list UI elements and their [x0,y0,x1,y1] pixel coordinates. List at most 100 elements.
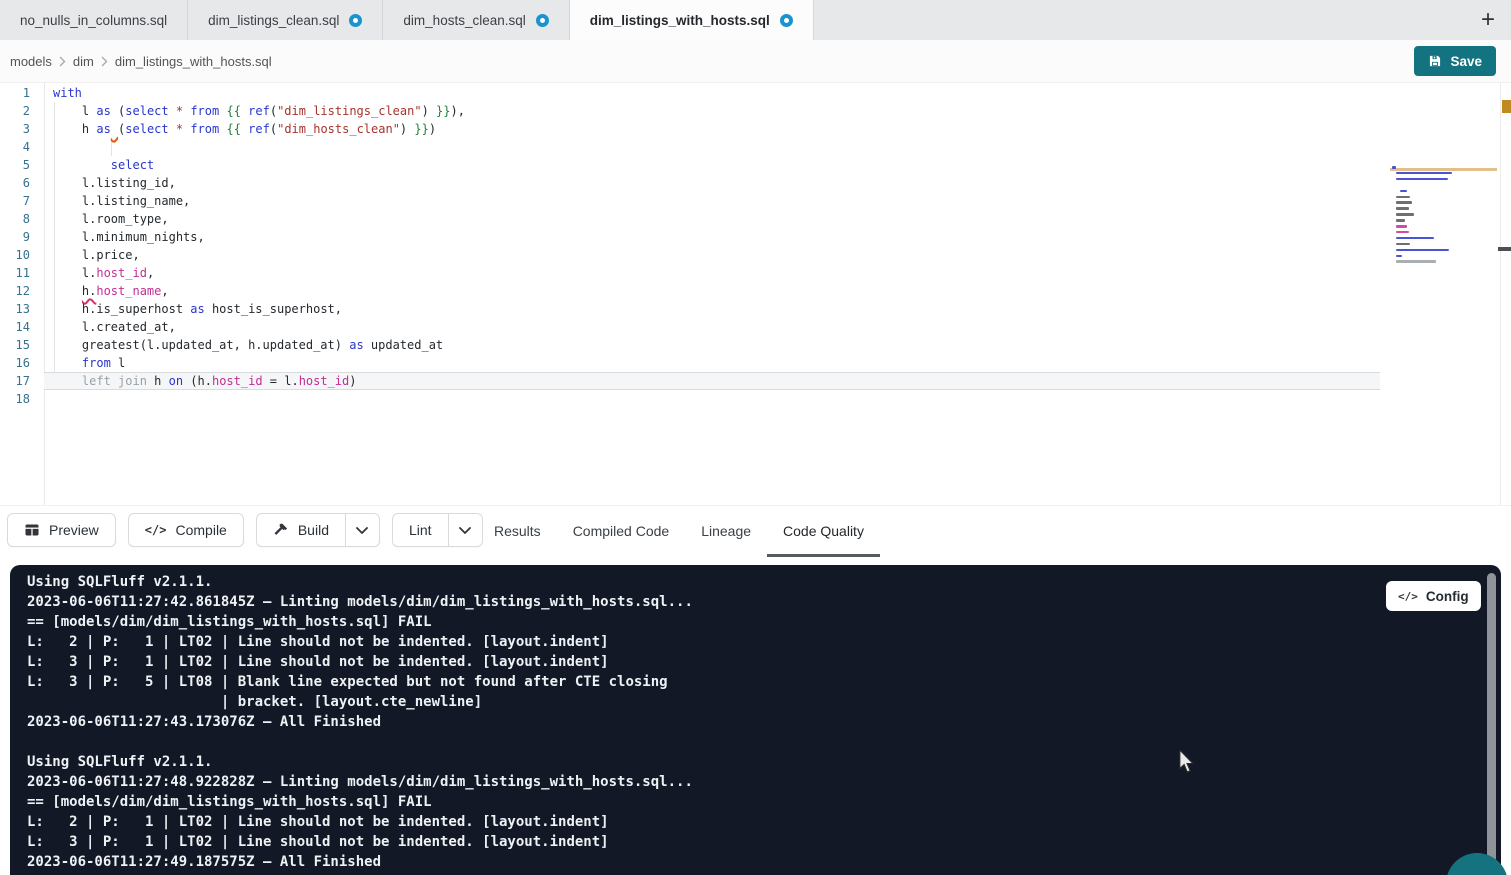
code-icon: </> [1398,590,1418,603]
build-button-label: Build [298,522,329,538]
save-icon [1428,54,1442,68]
modified-dot-icon [536,14,549,27]
terminal-panel: Using SQLFluff v2.1.1. 2023-06-06T11:27:… [10,565,1501,875]
save-button-label: Save [1450,54,1482,69]
action-toolbar: Preview </> Compile Build [0,505,1511,557]
minimap-line [1400,190,1406,193]
new-tab-button[interactable]: + [1465,0,1511,40]
line-number: 4 [0,138,30,156]
overview-ruler-warning-marker [1502,100,1511,113]
lint-button[interactable]: Lint [393,514,448,546]
config-button[interactable]: </> Config [1386,581,1481,611]
code-line-text: l.created_at, [53,318,176,336]
terminal-output: Using SQLFluff v2.1.1. 2023-06-06T11:27:… [27,572,693,872]
code-line[interactable]: 12 h.host_name, [0,282,1511,300]
code-line[interactable]: 17 left join h on (h.host_id = l.host_id… [0,372,1511,390]
panel-tab-compiled-code[interactable]: Compiled Code [557,506,686,557]
line-number: 16 [0,354,30,372]
line-number: 10 [0,246,30,264]
code-line-text: l.host_id, [53,264,154,282]
lint-dropdown-button[interactable] [448,514,482,546]
file-tab[interactable]: no_nulls_in_columns.sql [0,0,188,40]
code-line-text: from l [53,354,125,372]
line-number: 7 [0,192,30,210]
file-tab-label: dim_hosts_clean.sql [403,13,525,28]
code-line-text: with [53,84,82,102]
minimap[interactable] [1390,165,1497,283]
code-line-text: h.is_superhost as host_is_superhost, [53,300,342,318]
preview-button[interactable]: Preview [7,513,116,547]
file-tab-label: dim_listings_clean.sql [208,13,339,28]
line-number: 17 [0,372,30,390]
preview-button-label: Preview [49,522,99,538]
line-number: 11 [0,264,30,282]
line-number: 6 [0,174,30,192]
chevron-down-icon [356,527,368,534]
code-line-text: l.listing_name, [53,192,190,210]
chevron-right-icon [101,56,108,67]
code-icon: </> [145,523,167,537]
code-line[interactable]: 10 l.price, [0,246,1511,264]
line-number: 14 [0,318,30,336]
code-line[interactable]: 5 select [0,156,1511,174]
code-line[interactable]: 6 l.listing_id, [0,174,1511,192]
modified-dot-icon [780,14,793,27]
code-line[interactable]: 13 h.is_superhost as host_is_superhost, [0,300,1511,318]
code-line[interactable]: 8 l.room_type, [0,210,1511,228]
code-line[interactable]: 1 with [0,84,1511,102]
breadcrumb-item[interactable]: dim [73,54,94,69]
build-split-button: Build [256,513,380,547]
line-number: 8 [0,210,30,228]
code-lines: 1with2 l as (select * from {{ ref("dim_l… [0,84,1511,408]
line-number: 18 [0,390,30,408]
line-number: 9 [0,228,30,246]
overview-ruler-divider [1500,83,1501,505]
file-tab[interactable]: dim_listings_clean.sql [188,0,383,40]
code-line[interactable]: 3 h as (select * from {{ ref("dim_hosts_… [0,120,1511,138]
minimap-line [1396,207,1409,210]
code-editor[interactable]: 1with2 l as (select * from {{ ref("dim_l… [0,83,1511,505]
file-tab[interactable]: dim_hosts_clean.sql [383,0,569,40]
code-line[interactable]: 18 [0,390,1511,408]
code-line-text: l.minimum_nights, [53,228,205,246]
code-line[interactable]: 11 l.host_id, [0,264,1511,282]
line-number: 5 [0,156,30,174]
code-line-text: l.price, [53,246,140,264]
minimap-line [1396,231,1409,234]
code-line-text: l as (select * from {{ ref("dim_listings… [53,102,465,120]
code-line-text: l.listing_id, [53,174,176,192]
minimap-line [1396,249,1449,252]
file-tab-bar: no_nulls_in_columns.sql dim_listings_clea… [0,0,1511,40]
minimap-warning-band [1390,168,1497,171]
minimap-line [1396,178,1447,181]
code-line[interactable]: 2 l as (select * from {{ ref("dim_listin… [0,102,1511,120]
code-line-text: left join h on (h.host_id = l.host_id) [53,372,357,390]
preview-table-icon [24,522,40,538]
file-tab-label: no_nulls_in_columns.sql [20,13,167,28]
breadcrumb-item[interactable]: models [10,54,52,69]
file-tab[interactable]: dim_listings_with_hosts.sql [570,0,814,40]
code-line[interactable]: 9 l.minimum_nights, [0,228,1511,246]
panel-tab-lineage[interactable]: Lineage [685,506,767,557]
code-line[interactable]: 4 [0,138,1511,156]
build-dropdown-button[interactable] [345,514,379,546]
code-line[interactable]: 14 l.created_at, [0,318,1511,336]
breadcrumb-row: models dim dim_listings_with_hosts.sql Sav… [0,40,1511,83]
breadcrumb-item[interactable]: dim_listings_with_hosts.sql [115,54,272,69]
code-line[interactable]: 7 l.listing_name, [0,192,1511,210]
lint-button-label: Lint [409,522,432,538]
minimap-line [1396,260,1436,263]
compile-button[interactable]: </> Compile [128,513,244,547]
line-number: 2 [0,102,30,120]
panel-tab-code-quality[interactable]: Code Quality [767,506,880,557]
code-line-text: select [53,156,154,174]
code-line[interactable]: 16 from l [0,354,1511,372]
terminal-scrollbar[interactable] [1487,573,1496,863]
line-number: 1 [0,84,30,102]
chevron-right-icon [59,56,66,67]
save-button[interactable]: Save [1414,46,1496,76]
code-line[interactable]: 15 greatest(l.updated_at, h.updated_at) … [0,336,1511,354]
line-number: 15 [0,336,30,354]
panel-tab-results[interactable]: Results [478,506,557,557]
build-button[interactable]: Build [257,514,345,546]
